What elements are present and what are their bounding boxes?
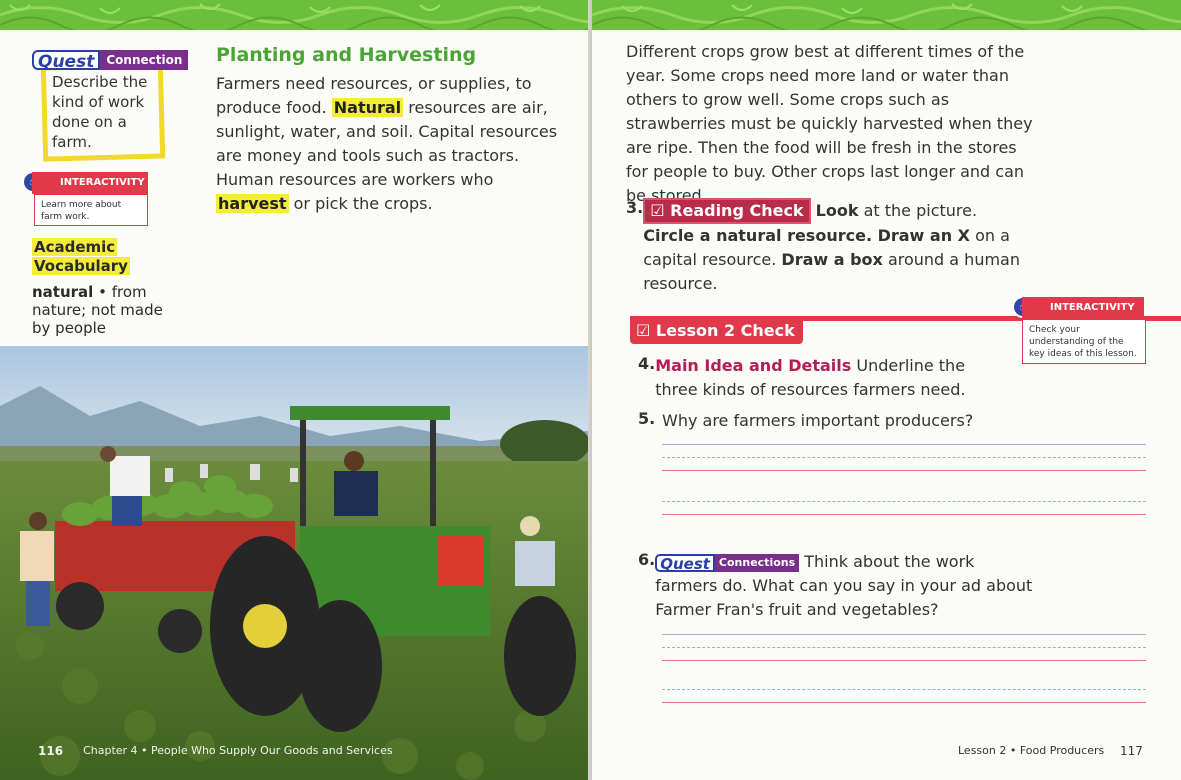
footer-lesson: Lesson 2 • Food Producers	[958, 744, 1104, 757]
vocab-definition: natural • from nature; not made by peopl…	[32, 283, 172, 337]
chapter-title: People Who Supply Our Goods and Services	[151, 744, 393, 757]
interactivity-header-right[interactable]: INTERACTIVITY	[1022, 297, 1144, 319]
quest-connection-label: Connection	[100, 50, 189, 70]
checkmark-icon: ☑	[636, 321, 651, 340]
quest-logo: Quest	[32, 50, 101, 72]
answer-lines-q5[interactable]	[662, 444, 1146, 527]
answer-line[interactable]	[662, 457, 1146, 458]
question-3-text: ☑ Reading Check Look at the picture. Cir…	[643, 198, 1026, 296]
instruction-text-1: at the picture.	[858, 201, 978, 220]
body-paragraph-right: Different crops grow best at different t…	[626, 42, 1033, 205]
answer-line[interactable]	[662, 702, 1146, 703]
quest-prompt: Describe the kind of work done on a farm…	[52, 73, 148, 151]
question-number: 3.	[626, 198, 644, 217]
lesson-title: Food Producers	[1019, 744, 1105, 757]
body-paragraph-left: Farmers need resources, or supplies, to …	[216, 72, 566, 216]
lesson-label: Lesson 2	[958, 744, 1007, 757]
answer-lines-q6[interactable]	[662, 634, 1146, 715]
question-5-text: Why are farmers important producers?	[662, 411, 974, 430]
vocabulary-label: Vocabulary	[32, 257, 130, 275]
page-number-right: 117	[1120, 744, 1143, 758]
question-number: 6.	[638, 550, 656, 569]
footer-bullet: •	[141, 744, 148, 757]
paragraph-part-3: or pick the crops.	[293, 194, 433, 213]
question-3: 3. ☑ Reading Check Look at the picture. …	[626, 198, 1026, 296]
left-page: Quest Connection Describe the kind of wo…	[0, 0, 590, 780]
lesson-check-label: Lesson 2 Check	[655, 321, 795, 340]
answer-line[interactable]	[662, 514, 1146, 515]
vocab-term: natural	[32, 283, 94, 301]
answer-line[interactable]	[662, 689, 1146, 690]
page-number-left: 116	[38, 744, 64, 758]
answer-line[interactable]	[662, 647, 1146, 648]
quest-connection-tag: Quest Connection	[32, 50, 189, 72]
question-5: 5. Why are farmers important producers?	[638, 409, 1038, 433]
section-title: Planting and Harvesting	[216, 44, 477, 66]
highlighted-word-harvest: harvest	[216, 194, 289, 213]
checkmark-icon: ☑	[650, 201, 665, 220]
question-6-text: Quest Connections Think about the work fa…	[655, 550, 1038, 622]
quest-logo: Quest	[655, 553, 715, 572]
question-4: 4. Main Idea and Details Underline the t…	[638, 354, 1008, 402]
question-6: 6. Quest Connections Think about the work…	[638, 550, 1038, 622]
chapter-label: Chapter 4	[83, 744, 138, 757]
question-4-text: Main Idea and Details Underline the thre…	[655, 354, 1008, 402]
academic-vocabulary-heading: Academic Vocabulary	[32, 238, 130, 276]
interactivity-description-left[interactable]: Learn more about farm work.	[34, 194, 148, 226]
vocab-separator: •	[93, 283, 112, 301]
academic-label: Academic	[32, 238, 118, 256]
instruction-look: Look	[815, 201, 859, 220]
footer-left: 116 Chapter 4 • People Who Supply Our Go…	[38, 744, 393, 758]
top-banner-right	[592, 0, 1181, 30]
reading-check-badge: ☑ Reading Check	[643, 198, 811, 224]
right-page: Different crops grow best at different t…	[592, 0, 1181, 780]
question-number: 4.	[638, 354, 656, 373]
answer-line[interactable]	[662, 660, 1146, 661]
interactivity-description-right[interactable]: Check your understanding of the key idea…	[1022, 319, 1146, 364]
footer-chapter: Chapter 4 • People Who Supply Our Goods …	[83, 744, 393, 758]
interactivity-header-left[interactable]: INTERACTIVITY	[32, 172, 148, 194]
instruction-circle-draw-x: Circle a natural resource. Draw an X	[643, 226, 970, 245]
reading-check-label: Reading Check	[670, 201, 804, 220]
top-banner	[0, 0, 590, 30]
quest-connections-label: Connections	[714, 553, 800, 572]
footer-bullet: •	[1009, 744, 1017, 757]
quest-connections-tag: Quest Connections	[655, 553, 800, 572]
main-idea-details-label: Main Idea and Details	[655, 356, 852, 375]
answer-line[interactable]	[662, 470, 1146, 471]
highlighted-word-natural: Natural	[331, 98, 404, 117]
question-number: 5.	[638, 409, 656, 428]
farm-tractor-photo	[0, 346, 588, 780]
answer-line[interactable]	[662, 444, 1146, 445]
answer-line[interactable]	[662, 634, 1146, 635]
answer-line[interactable]	[662, 501, 1146, 502]
instruction-draw-box: Draw a box	[781, 250, 883, 269]
lesson-check-badge: ☑ Lesson 2 Check	[630, 318, 803, 344]
